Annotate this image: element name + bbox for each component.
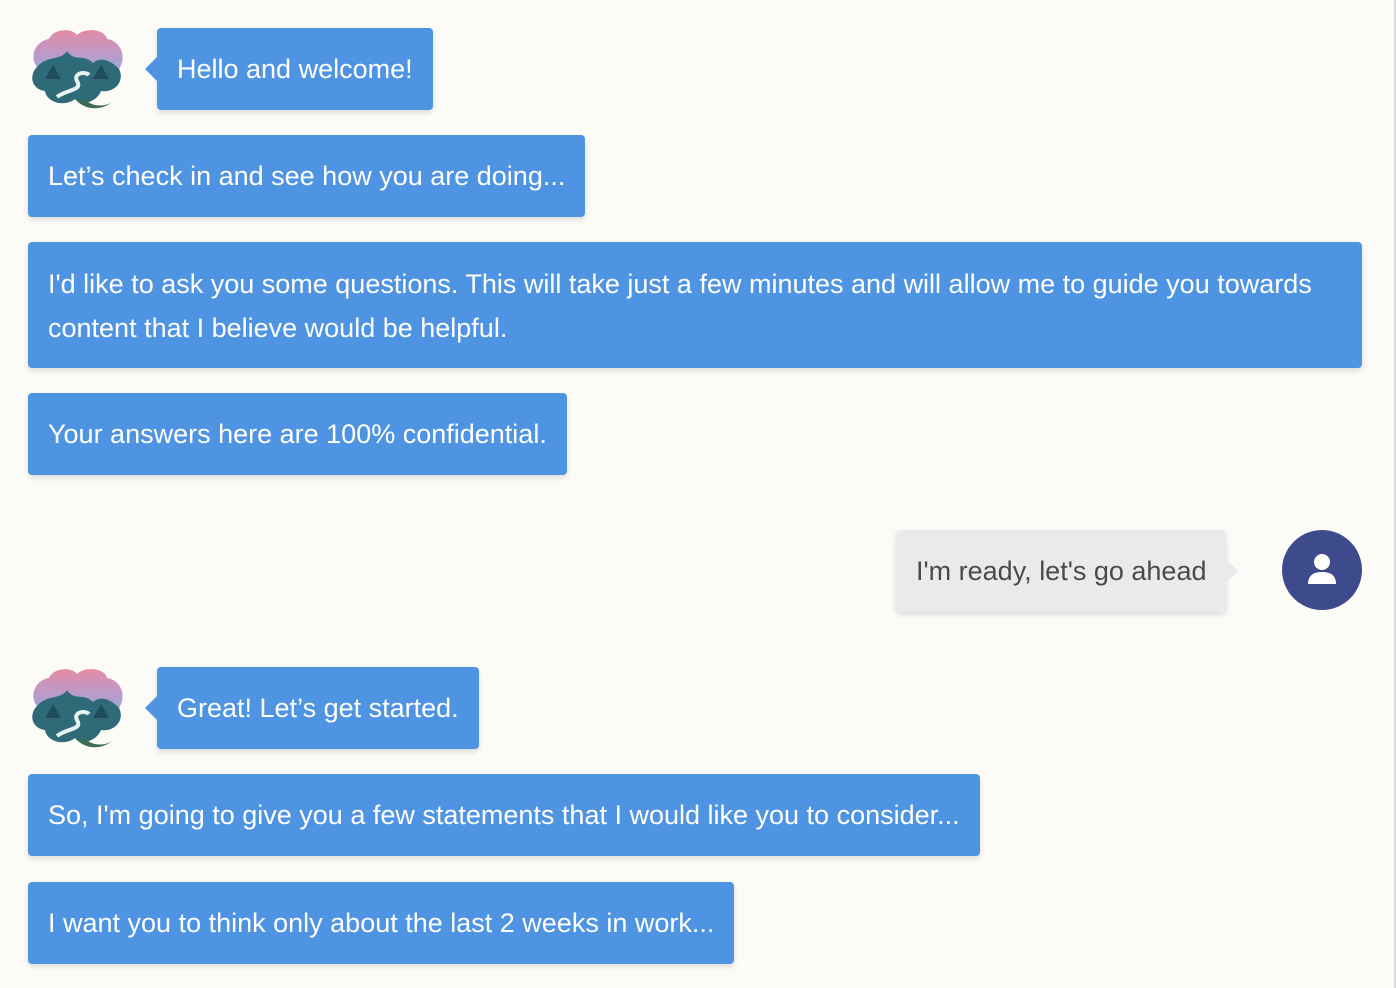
message-text: I want you to think only about the last … bbox=[48, 908, 715, 938]
bot-message-bubble: Let’s check in and see how you are doing… bbox=[28, 135, 586, 217]
user-message-bubble: I'm ready, let's go ahead bbox=[896, 530, 1239, 612]
bot-message-bubble: Hello and welcome! bbox=[145, 28, 433, 110]
bot-message-bubble: So, I'm going to give you a few statemen… bbox=[28, 774, 980, 856]
bot-message-bubble: I'd like to ask you some questions. This… bbox=[28, 242, 1362, 368]
chat-conversation: Hello and welcome! Let’s check in and se… bbox=[0, 0, 1394, 988]
message-text: Great! Let’s get started. bbox=[177, 693, 459, 723]
message-text: So, I'm going to give you a few statemen… bbox=[48, 800, 960, 830]
bot-message-bubble: Great! Let’s get started. bbox=[145, 667, 479, 749]
message-text: I'd like to ask you some questions. This… bbox=[48, 269, 1312, 343]
bot-message-bubble: I want you to think only about the last … bbox=[28, 882, 735, 964]
user-icon bbox=[1308, 554, 1336, 584]
message-text: Hello and welcome! bbox=[177, 54, 413, 84]
bot-avatar-brain-icon bbox=[27, 27, 127, 111]
message-text: Let’s check in and see how you are doing… bbox=[48, 161, 566, 191]
message-text: I'm ready, let's go ahead bbox=[916, 556, 1207, 586]
bot-message-bubble: Your answers here are 100% confidential. bbox=[28, 393, 567, 475]
message-text: Your answers here are 100% confidential. bbox=[48, 419, 547, 449]
user-avatar bbox=[1282, 530, 1362, 610]
bot-avatar-brain-icon bbox=[27, 666, 127, 750]
